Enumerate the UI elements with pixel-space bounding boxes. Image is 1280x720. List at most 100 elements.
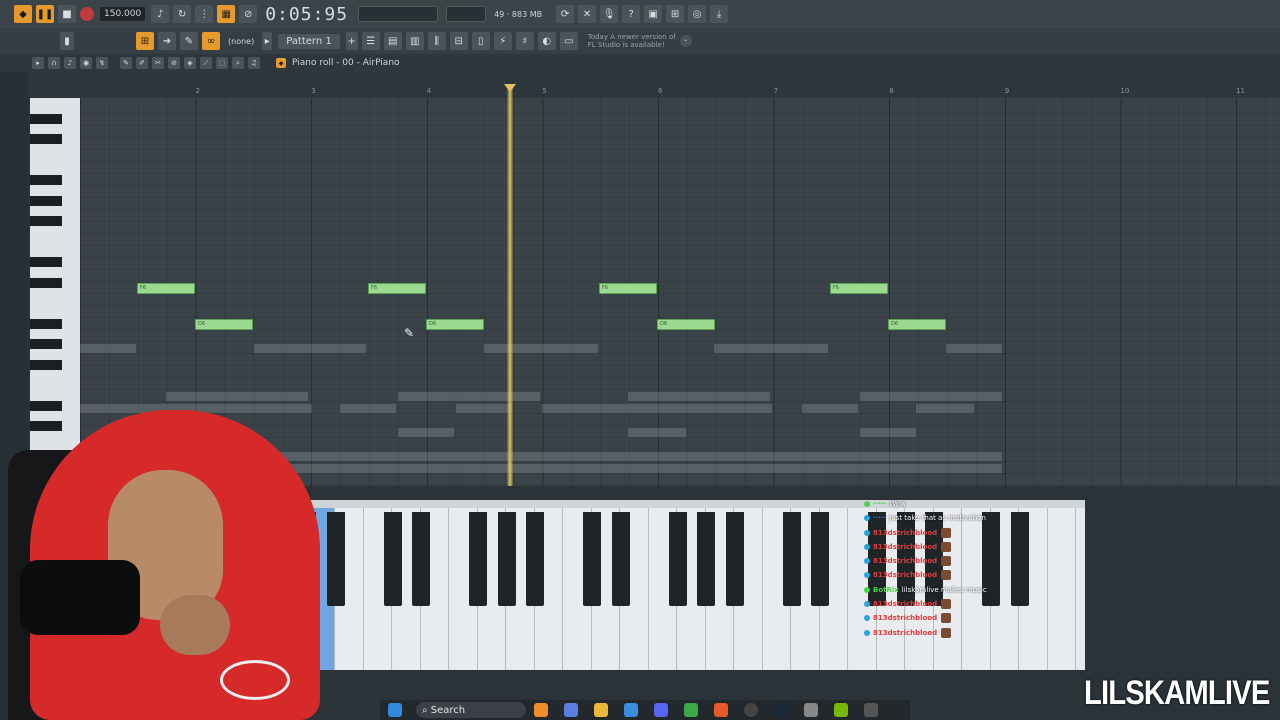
pencil-icon[interactable]: ✎ [180, 32, 198, 50]
black-key[interactable] [30, 257, 62, 267]
stop-button[interactable]: ■ [58, 5, 76, 23]
arrow-icon[interactable]: ➜ [158, 32, 176, 50]
slice-icon[interactable]: ⟋ [200, 57, 212, 69]
black-key[interactable] [30, 113, 62, 124]
plugin-icon[interactable]: ⊞ [666, 5, 685, 23]
metronome-icon[interactable]: ♪ [151, 5, 170, 23]
black-key[interactable] [611, 512, 630, 606]
copilot-icon[interactable] [564, 703, 578, 717]
channel-rack-icon[interactable]: ▥ [405, 32, 424, 50]
mixer-view-icon[interactable]: ⫼ [427, 32, 446, 50]
plug-icon[interactable]: ⚡ [493, 32, 512, 50]
draw-icon[interactable]: ✎ [120, 57, 132, 69]
taskbar-search[interactable]: ⌕ Search [416, 702, 526, 718]
snap-icon[interactable]: ⊞ [136, 32, 154, 50]
wait-icon[interactable]: ⊘ [239, 5, 258, 23]
menu-arrow-icon[interactable]: ▸ [32, 57, 44, 69]
playback-icon[interactable]: ♫ [248, 57, 260, 69]
note-f6[interactable]: F6 [830, 283, 888, 294]
piano-roll-icon[interactable]: ▤ [383, 32, 402, 50]
slip-icon[interactable]: ◈ [184, 57, 196, 69]
nvidia-icon[interactable] [834, 703, 848, 717]
channel-selector[interactable]: (none) [228, 37, 254, 46]
discord-icon[interactable] [654, 703, 668, 717]
store-icon[interactable] [624, 703, 638, 717]
playlist-icon[interactable]: ☰ [361, 32, 380, 50]
master-volume-slider[interactable]: ▮ [60, 32, 74, 50]
pattern-selector[interactable]: Pattern 1 [278, 33, 340, 49]
bar-ruler[interactable]: 2 3 4 5 6 7 8 9 10 11 [80, 84, 1280, 98]
fl-studio-icon[interactable] [534, 703, 548, 717]
black-key[interactable] [30, 359, 62, 370]
chrome-icon[interactable] [684, 703, 698, 717]
app-icon[interactable] [804, 703, 818, 717]
help-icon[interactable]: ? [622, 5, 641, 23]
pattern-song-toggle[interactable]: ◆ [14, 5, 32, 23]
play-icon[interactable]: ♪ [64, 57, 76, 69]
note-d6[interactable]: D6 [888, 319, 946, 330]
tempo-display[interactable]: 150.000 [100, 7, 146, 21]
black-key[interactable] [30, 277, 62, 288]
brave-icon[interactable] [714, 703, 728, 717]
black-key[interactable] [583, 512, 601, 606]
black-key[interactable] [811, 512, 829, 606]
playhead[interactable] [507, 86, 513, 486]
mic-icon[interactable]: 🎙 [600, 5, 619, 23]
black-key[interactable] [526, 512, 544, 606]
select-icon[interactable]: ⬚ [216, 57, 228, 69]
note-d6[interactable]: D6 [426, 319, 484, 330]
record-button[interactable] [80, 7, 94, 21]
pattern-add-icon[interactable]: + [345, 32, 358, 50]
black-key[interactable] [30, 195, 62, 206]
black-key[interactable] [30, 216, 62, 226]
black-key[interactable] [383, 512, 402, 606]
pattern-prev-icon[interactable]: ▸ [262, 32, 273, 50]
typing-keyboard-icon[interactable]: ▦ [217, 5, 236, 23]
black-key[interactable] [668, 512, 687, 606]
black-key[interactable] [412, 512, 430, 606]
loop-icon[interactable]: ↻ [173, 5, 192, 23]
note-f6[interactable]: F6 [599, 283, 657, 294]
black-key[interactable] [725, 512, 744, 606]
magnet-icon[interactable]: ∩ [48, 57, 60, 69]
windows-start-icon[interactable] [388, 703, 402, 717]
chat-icon[interactable]: ◎ [688, 5, 707, 23]
pause-button[interactable]: ❚❚ [36, 5, 54, 23]
playhead-marker-icon[interactable] [504, 84, 516, 92]
zoom-icon[interactable]: ⌕ [232, 57, 244, 69]
note-f6[interactable]: F6 [368, 283, 426, 294]
note-d6[interactable]: D6 [195, 319, 253, 330]
tuner-icon[interactable]: ♯ [515, 32, 534, 50]
steam-icon[interactable] [774, 703, 788, 717]
delete-icon[interactable]: ✂ [152, 57, 164, 69]
refresh-icon[interactable]: ⟳ [556, 5, 575, 23]
black-key[interactable] [30, 175, 62, 185]
plugin-db-icon[interactable]: ▯ [471, 32, 490, 50]
4k-app-icon[interactable] [864, 703, 878, 717]
black-key[interactable] [782, 512, 801, 606]
browser-icon[interactable]: ⊟ [449, 32, 468, 50]
black-key[interactable] [30, 339, 62, 349]
mixer-icon[interactable]: ✕ [578, 5, 597, 23]
black-key[interactable] [30, 134, 62, 144]
news-panel[interactable]: Today A newer version of FL Studio is ava… [588, 33, 676, 49]
black-key[interactable] [497, 512, 516, 606]
step-icon[interactable]: ⋮ [195, 5, 214, 23]
note-d6[interactable]: D6 [657, 319, 715, 330]
save-icon[interactable]: ▣ [644, 5, 663, 23]
news-refresh-icon[interactable]: · [679, 35, 692, 47]
black-key[interactable] [469, 512, 487, 606]
note-f6[interactable]: F6 [137, 283, 195, 294]
paint-icon[interactable]: ✐ [136, 57, 148, 69]
obs-icon[interactable] [744, 703, 758, 717]
stamp-icon[interactable]: ◉ [80, 57, 92, 69]
black-key[interactable] [30, 318, 62, 329]
link-icon[interactable]: ∞ [202, 32, 220, 50]
snap-small-icon[interactable]: ↯ [96, 57, 108, 69]
mute-icon[interactable]: ⊘ [168, 57, 180, 69]
news-icon[interactable]: ▭ [559, 32, 578, 50]
file-explorer-icon[interactable] [594, 703, 608, 717]
download-icon[interactable]: ⤓ [710, 5, 729, 23]
black-key[interactable] [697, 512, 715, 606]
tempo-tap-icon[interactable]: ◐ [537, 32, 556, 50]
